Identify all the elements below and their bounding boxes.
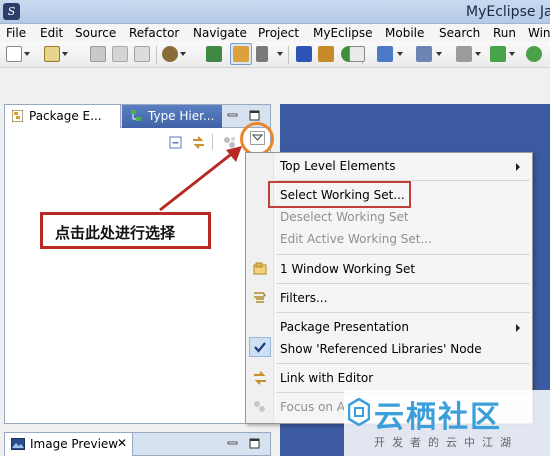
type-hierarchy-icon — [131, 110, 141, 121]
run-dropdown-arrow[interactable] — [509, 52, 515, 56]
new-project-dropdown-arrow[interactable] — [62, 52, 68, 56]
save-all-icon[interactable] — [112, 46, 128, 62]
select-icon — [233, 46, 249, 62]
view-tab-bar: Package E... Type Hier... — [5, 105, 270, 128]
menu-edit[interactable]: Edit — [40, 26, 63, 40]
working-set-icon — [253, 262, 267, 275]
run-config-dropdown-arrow[interactable] — [475, 52, 481, 56]
menu-item-filters[interactable]: Filters... — [280, 291, 327, 305]
menu-navigate[interactable]: Navigate — [193, 26, 247, 40]
menu-source[interactable]: Source — [75, 26, 116, 40]
close-icon[interactable]: ✕ — [117, 436, 127, 450]
print-icon[interactable] — [134, 46, 150, 62]
menu-separator — [276, 312, 530, 313]
deploy-icon[interactable] — [162, 46, 178, 62]
menu-item-package-presentation[interactable]: Package Presentation — [280, 320, 409, 334]
menu-item-link-with-editor[interactable]: Link with Editor — [280, 371, 373, 385]
menu-refactor[interactable]: Refactor — [129, 26, 179, 40]
image-preview-icon — [11, 438, 25, 450]
menu-item-top-level-elements[interactable]: Top Level Elements — [280, 159, 396, 173]
menu-mobile[interactable]: Mobile — [385, 26, 424, 40]
package-explorer-icon — [12, 110, 23, 122]
run-config-icon[interactable] — [456, 46, 472, 62]
maximize-icon[interactable] — [249, 110, 260, 121]
java-icon[interactable] — [296, 46, 312, 62]
package-icon[interactable] — [318, 46, 334, 62]
menu-item-show-referenced-libraries[interactable]: Show 'Referenced Libraries' Node — [280, 342, 482, 356]
tab-package-explorer-label: Package E... — [29, 109, 102, 123]
focus-icon — [254, 401, 265, 412]
filter-icon — [254, 292, 267, 303]
tab-type-hierarchy-label: Type Hier... — [148, 109, 215, 123]
watermark-logo-icon — [348, 398, 370, 426]
build-icon[interactable] — [256, 46, 268, 62]
toolbar-separator — [156, 46, 157, 64]
menu-run[interactable]: Run — [493, 26, 516, 40]
menu-search[interactable]: Search — [439, 26, 480, 40]
menu-window[interactable]: Win — [528, 26, 550, 40]
main-toolbar — [0, 42, 550, 68]
debug-icon[interactable] — [526, 46, 542, 62]
new-project-icon[interactable] — [44, 46, 60, 62]
browser-dropdown-arrow[interactable] — [397, 52, 403, 56]
tab-type-hierarchy[interactable]: Type Hier... — [122, 105, 222, 128]
menu-bar: File Edit Source Refactor Navigate Proje… — [0, 24, 550, 42]
tab-image-preview[interactable]: Image Preview ✕ — [5, 433, 133, 456]
watermark-sub-text: 开发者的云中江湖 — [374, 436, 518, 449]
search-dropdown-arrow[interactable] — [436, 52, 442, 56]
menu-item-focus-on: Focus on A — [280, 400, 346, 414]
link-icon — [254, 371, 266, 385]
checkmark-icon — [254, 342, 266, 353]
menu-file[interactable]: File — [6, 26, 26, 40]
menu-separator — [276, 283, 530, 284]
build-dropdown-arrow[interactable] — [277, 52, 283, 56]
watermark: 云栖社区 开发者的云中江湖 — [344, 390, 550, 456]
browser-icon[interactable] — [377, 46, 393, 62]
annotation-callout: 点击此处进行选择 — [40, 212, 211, 249]
annotation-text: 点击此处进行选择 — [55, 224, 176, 242]
menu-item-select-working-set[interactable]: Select Working Set... — [280, 188, 405, 202]
run-icon[interactable] — [490, 46, 506, 62]
deploy-dropdown-arrow[interactable] — [180, 52, 186, 56]
menu-item-edit-active-working-set: Edit Active Working Set... — [280, 232, 432, 246]
myeclipse-logo-icon: S — [3, 3, 20, 20]
menu-myeclipse[interactable]: MyEclipse — [313, 26, 373, 40]
tab-package-explorer[interactable]: Package E... — [5, 105, 121, 128]
menu-item-window-working-set[interactable]: 1 Window Working Set — [280, 262, 415, 276]
window-title: MyEclipse Ja — [466, 4, 550, 20]
maximize-icon[interactable] — [249, 438, 260, 449]
title-bar: S MyEclipse Ja — [0, 0, 550, 24]
search-icon[interactable] — [416, 46, 432, 62]
minimize-icon[interactable] — [227, 110, 238, 121]
view-menu-dropdown: Top Level Elements Select Working Set...… — [245, 152, 533, 424]
submenu-arrow-icon — [516, 324, 520, 332]
menu-item-deselect-working-set: Deselect Working Set — [280, 210, 409, 224]
open-perspective-icon[interactable] — [206, 46, 222, 62]
watermark-main-text: 云栖社区 — [374, 400, 502, 435]
menu-separator — [276, 254, 530, 255]
menu-separator — [276, 363, 530, 364]
tab-image-preview-label: Image Preview — [30, 437, 119, 451]
save-icon[interactable] — [90, 46, 106, 62]
submenu-arrow-icon — [516, 163, 520, 171]
view-menu-icon[interactable] — [250, 131, 265, 145]
image-preview-view: Image Preview ✕ — [4, 432, 271, 456]
app-server-icon[interactable] — [349, 46, 365, 62]
new-icon[interactable] — [6, 46, 22, 62]
minimize-icon[interactable] — [227, 438, 238, 449]
new-dropdown-arrow[interactable] — [24, 52, 30, 56]
menu-project[interactable]: Project — [258, 26, 299, 40]
toolbar-separator — [288, 46, 289, 64]
annotation-arrow — [159, 146, 242, 212]
